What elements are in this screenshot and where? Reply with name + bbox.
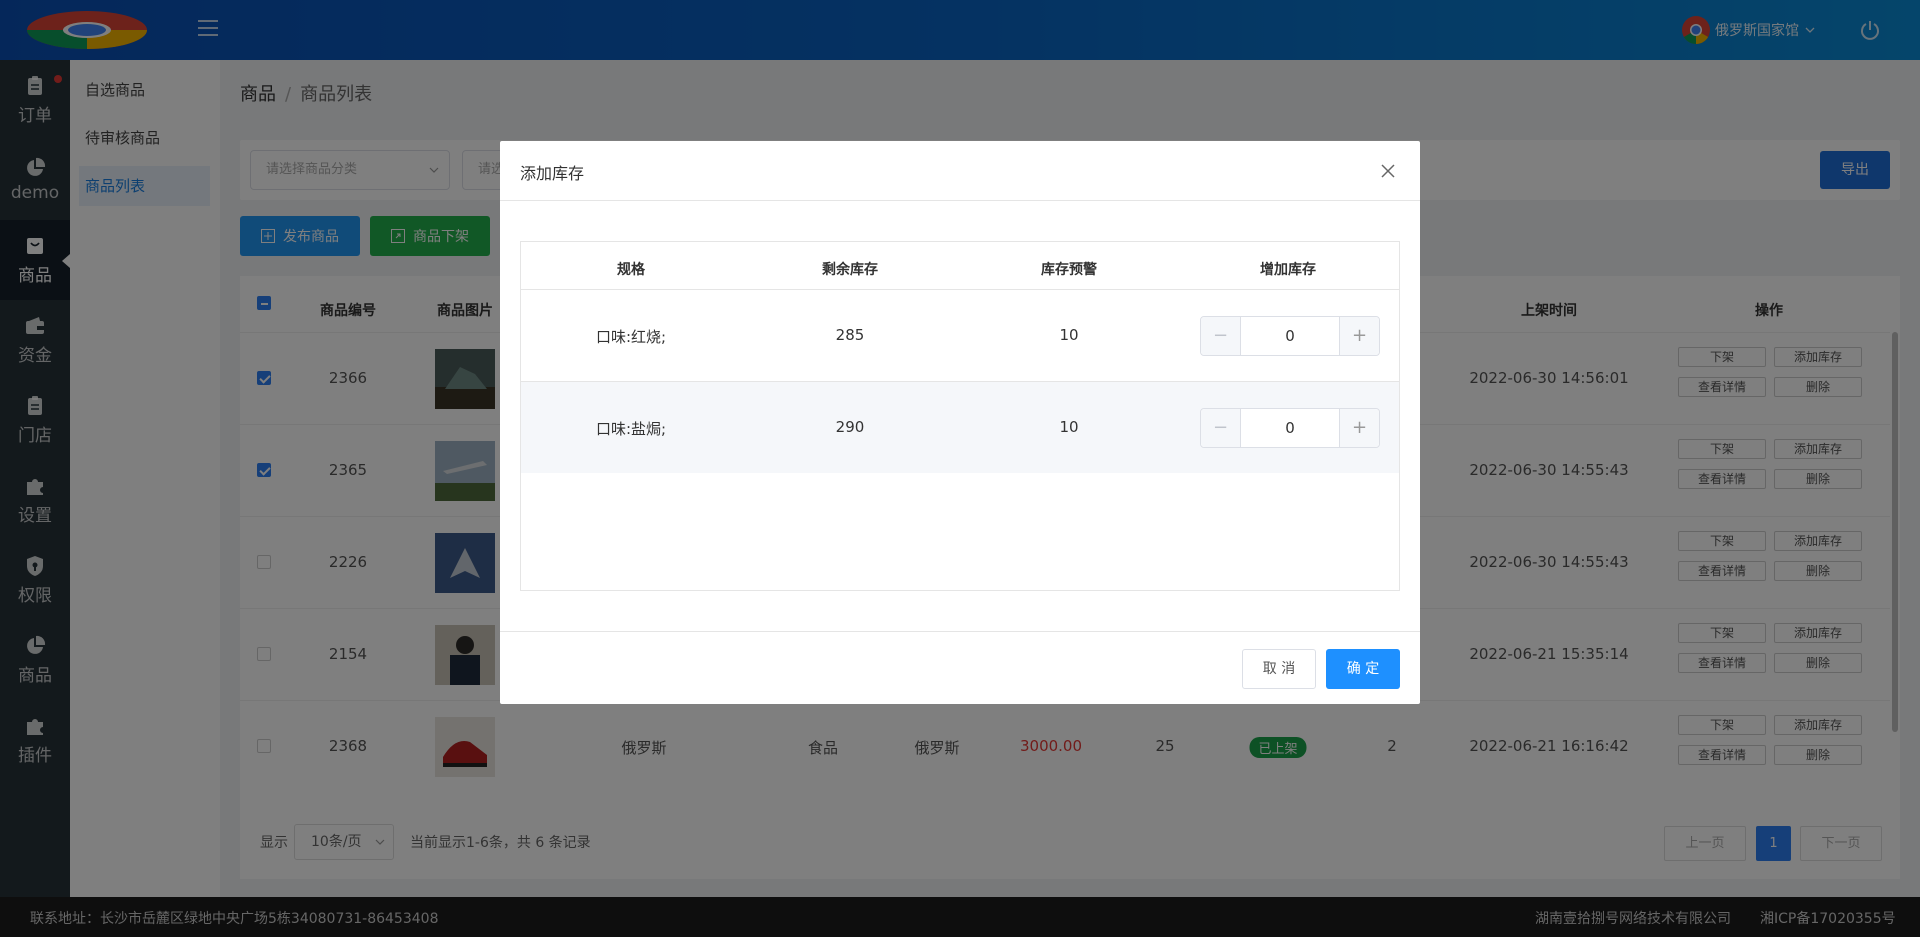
add-stock-dialog: 添加库存 规格 剩余库存 库存预警 增加库存 口味:红烧; 285 10 − +… bbox=[500, 141, 1420, 704]
close-icon[interactable] bbox=[1380, 163, 1396, 179]
increment-button[interactable]: + bbox=[1339, 317, 1379, 355]
column-header-warning: 库存预警 bbox=[1041, 262, 1097, 278]
stock-warning: 10 bbox=[1059, 418, 1079, 436]
dialog-footer-divider bbox=[500, 631, 1420, 632]
stock-table: 规格 剩余库存 库存预警 增加库存 口味:红烧; 285 10 − + 口味:盐… bbox=[520, 241, 1400, 591]
stock-row: 口味:盐焗; 290 10 − + bbox=[521, 381, 1399, 473]
increment-button[interactable]: + bbox=[1339, 409, 1379, 447]
remaining-stock: 285 bbox=[835, 326, 865, 344]
add-stock-input[interactable] bbox=[1241, 409, 1339, 447]
remaining-stock: 290 bbox=[835, 418, 865, 436]
stock-row: 口味:红烧; 285 10 − + bbox=[521, 289, 1399, 381]
dialog-title: 添加库存 bbox=[520, 164, 585, 183]
decrement-button[interactable]: − bbox=[1201, 409, 1241, 447]
spec-value: 口味:盐焗; bbox=[595, 420, 667, 438]
confirm-button[interactable]: 确 定 bbox=[1326, 649, 1400, 689]
decrement-button[interactable]: − bbox=[1201, 317, 1241, 355]
add-stock-stepper: − + bbox=[1200, 316, 1380, 356]
dialog-header-divider bbox=[500, 200, 1420, 201]
stock-warning: 10 bbox=[1059, 326, 1079, 344]
add-stock-stepper: − + bbox=[1200, 408, 1380, 448]
column-header-add-stock: 增加库存 bbox=[1260, 262, 1316, 278]
cancel-button[interactable]: 取 消 bbox=[1242, 649, 1316, 689]
spec-value: 口味:红烧; bbox=[595, 328, 667, 346]
column-header-remaining: 剩余库存 bbox=[822, 262, 878, 278]
add-stock-input[interactable] bbox=[1241, 317, 1339, 355]
column-header-spec: 规格 bbox=[617, 262, 645, 278]
